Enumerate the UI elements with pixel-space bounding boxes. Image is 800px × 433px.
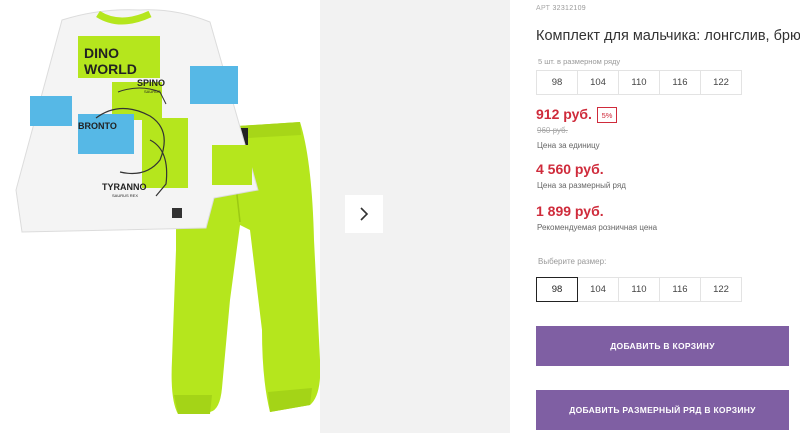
size-option-104[interactable]: 104 (577, 277, 619, 302)
product-info: АРТ 32312109 Комплект для мальчика: лонг… (536, 0, 800, 433)
article-number: АРТ 32312109 (536, 5, 586, 12)
discount-badge: 5% (597, 107, 617, 123)
add-to-cart-button[interactable]: ДОБАВИТЬ В КОРЗИНУ (536, 326, 789, 366)
unit-price: 912 руб. (536, 106, 592, 122)
size-option-110[interactable]: 110 (618, 277, 660, 302)
set-size-caption: 5 шт. в размерном ряду (538, 57, 621, 66)
set-price: 4 560 руб. (536, 161, 604, 177)
shirt-print-spino-sub: SAURUS (144, 89, 161, 94)
gallery-next-button[interactable] (345, 195, 383, 233)
shirt-print-world: WORLD (84, 61, 137, 77)
product-title: Комплект для мальчика: лонгслив, брюки (536, 28, 800, 44)
size-set-item: 98 (536, 70, 578, 95)
shirt-print-dino: DINO (84, 45, 119, 61)
size-option-98[interactable]: 98 (536, 277, 578, 302)
unit-price-caption: Цена за единицу (537, 141, 600, 150)
size-set-item: 116 (659, 70, 701, 95)
shirt-print-tyranno: TYRANNO (102, 182, 147, 192)
size-option-122[interactable]: 122 (700, 277, 742, 302)
add-size-set-button[interactable]: ДОБАВИТЬ РАЗМЕРНЫЙ РЯД В КОРЗИНУ (536, 390, 789, 430)
size-set-item: 110 (618, 70, 660, 95)
outfit-illustration: DINO WORLD SPINO SAURUS BRONTO TYRANNO S… (15, 9, 320, 414)
shirt-print-tyranno-sub: SAURUS REX (112, 193, 138, 198)
size-set-item: 122 (700, 70, 742, 95)
chevron-right-icon (360, 207, 369, 221)
size-set-item: 104 (577, 70, 619, 95)
article-label: АРТ (536, 5, 551, 12)
size-option-116[interactable]: 116 (659, 277, 701, 302)
old-price: 960 руб. (537, 126, 568, 135)
size-selector: 98 104 110 116 122 (536, 277, 742, 302)
article-value: 32312109 (552, 5, 586, 12)
product-image[interactable]: DINO WORLD SPINO SAURUS BRONTO TYRANNO S… (0, 0, 320, 433)
choose-size-label: Выберите размер: (538, 257, 607, 266)
size-set-row: 98 104 110 116 122 (536, 70, 742, 95)
shirt-print-spino: SPINO (137, 78, 165, 88)
retail-price-caption: Рекомендуемая розничная цена (537, 223, 658, 232)
set-price-caption: Цена за размерный ряд (537, 181, 626, 190)
shirt-print-bronto: BRONTO (78, 121, 117, 131)
retail-price: 1 899 руб. (536, 203, 604, 219)
